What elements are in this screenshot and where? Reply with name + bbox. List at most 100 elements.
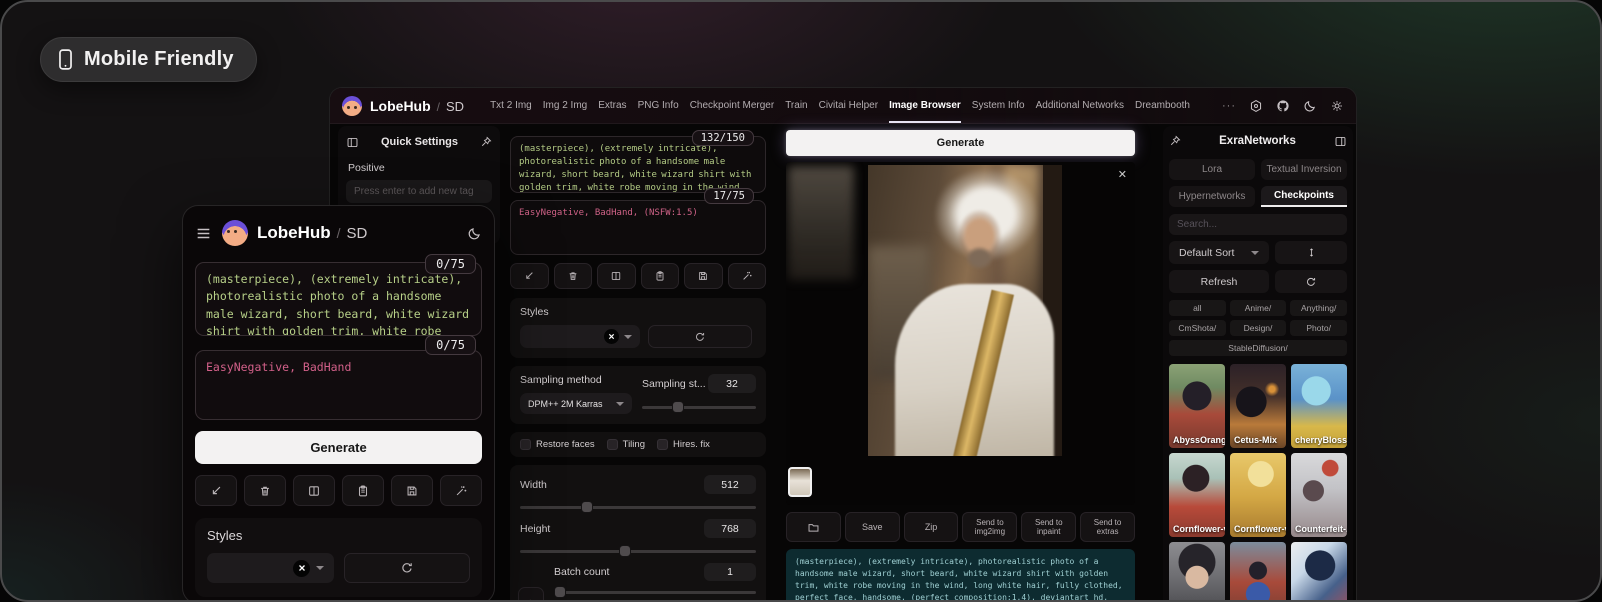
panel-collapse-icon[interactable]: [1334, 135, 1347, 148]
save-button[interactable]: [684, 263, 723, 289]
chip-design[interactable]: Design/: [1230, 320, 1287, 336]
open-folder-button[interactable]: [786, 512, 841, 542]
model-card[interactable]: cherryBlosso...: [1291, 364, 1347, 448]
send-to-extras-button[interactable]: Send to extras: [1080, 512, 1135, 542]
clipboard-button[interactable]: [641, 263, 680, 289]
panel-collapse-icon[interactable]: [346, 136, 359, 149]
model-card[interactable]: Cornflower-v8: [1230, 453, 1286, 537]
restore-faces-checkbox[interactable]: Restore faces: [520, 439, 595, 450]
moon-icon[interactable]: [467, 226, 482, 241]
chip-anime[interactable]: Anime/: [1230, 300, 1287, 316]
tab-checkpoint-merger[interactable]: Checkpoint Merger: [690, 88, 774, 123]
trash-button[interactable]: [554, 263, 593, 289]
close-icon[interactable]: ✕: [1118, 168, 1127, 181]
tab-civitai-helper[interactable]: Civitai Helper: [819, 88, 878, 123]
corner-down-left-button[interactable]: [510, 263, 549, 289]
model-card[interactable]: Counterfeit-...: [1291, 453, 1347, 537]
trash-button[interactable]: [244, 475, 286, 506]
panels-button[interactable]: [293, 475, 335, 506]
styles-refresh-button[interactable]: [344, 553, 470, 583]
model-card[interactable]: [1230, 542, 1286, 602]
pin-icon[interactable]: [1169, 135, 1181, 147]
model-card[interactable]: Cornflower-v7: [1169, 453, 1225, 537]
refresh-icon-button[interactable]: [1275, 270, 1347, 293]
styles-refresh-button[interactable]: [648, 325, 752, 348]
batch-count-slider[interactable]: [554, 591, 756, 594]
tab-dreambooth[interactable]: Dreambooth: [1135, 88, 1190, 123]
tab-hypernetworks[interactable]: Hypernetworks: [1169, 186, 1255, 207]
generation-info-text[interactable]: (masterpiece), (extremely intricate), ph…: [786, 549, 1135, 602]
hamburger-menu-icon[interactable]: [195, 225, 212, 242]
chip-cmshota[interactable]: CmShota/: [1169, 320, 1226, 336]
hexagon-badge-icon[interactable]: [1249, 99, 1263, 113]
panels-button[interactable]: [597, 263, 636, 289]
height-value[interactable]: 768: [704, 519, 756, 538]
tab-train[interactable]: Train: [785, 88, 807, 123]
clear-selection-icon[interactable]: [604, 329, 619, 344]
tab-additional-networks[interactable]: Additional Networks: [1036, 88, 1124, 123]
tiling-checkbox[interactable]: Tiling: [607, 439, 645, 450]
magic-wand-button[interactable]: [440, 475, 482, 506]
slider-handle[interactable]: [672, 401, 684, 413]
width-value[interactable]: 512: [704, 475, 756, 494]
tag-input[interactable]: [346, 180, 492, 203]
batch-count-value[interactable]: 1: [704, 563, 756, 581]
chip-stablediffusion[interactable]: StableDiffusion/: [1169, 340, 1347, 356]
tab-lora[interactable]: Lora: [1169, 159, 1255, 180]
tab-image-browser[interactable]: Image Browser: [889, 88, 961, 123]
generate-button[interactable]: Generate: [786, 130, 1135, 156]
chip-photo[interactable]: Photo/: [1290, 320, 1347, 336]
selected-thumbnail[interactable]: [788, 467, 812, 497]
gear-icon[interactable]: [1330, 99, 1344, 113]
height-slider[interactable]: [520, 550, 756, 553]
tab-textual-inversion[interactable]: Textual Inversion: [1261, 159, 1347, 180]
styles-select[interactable]: [207, 553, 334, 583]
clear-selection-icon[interactable]: [293, 560, 310, 577]
sampling-steps-slider[interactable]: [642, 406, 756, 409]
generated-image[interactable]: [868, 165, 1062, 456]
zip-button[interactable]: Zip: [904, 512, 959, 542]
pin-icon[interactable]: [480, 136, 492, 148]
negative-prompt-box[interactable]: EasyNegative, BadHand, (NSFW:1.5): [510, 200, 766, 255]
negative-prompt-box[interactable]: EasyNegative, BadHand: [195, 350, 482, 420]
search-input[interactable]: [1169, 214, 1347, 235]
github-icon[interactable]: [1276, 99, 1290, 113]
model-card[interactable]: [1169, 542, 1225, 602]
magic-wand-button[interactable]: [728, 263, 767, 289]
save-button[interactable]: [391, 475, 433, 506]
refresh-button[interactable]: Refresh: [1169, 270, 1269, 293]
more-menu-button[interactable]: ···: [1222, 100, 1236, 112]
tab-system-info[interactable]: System Info: [972, 88, 1025, 123]
save-image-button[interactable]: Save: [845, 512, 900, 542]
gallery-image-blurred[interactable]: [788, 166, 854, 280]
model-card[interactable]: AbyssOrange...: [1169, 364, 1225, 448]
checkbox-icon[interactable]: [607, 439, 618, 450]
checkbox-icon[interactable]: [520, 439, 531, 450]
slider-handle[interactable]: [619, 545, 631, 557]
send-to-inpaint-button[interactable]: Send to inpaint: [1021, 512, 1076, 542]
clipboard-button[interactable]: [342, 475, 384, 506]
tab-img2img[interactable]: Img 2 Img: [543, 88, 587, 123]
sampler-select[interactable]: DPM++ 2M Karras: [520, 393, 632, 414]
swap-dimensions-button[interactable]: [518, 587, 544, 602]
corner-down-left-button[interactable]: [195, 475, 237, 506]
model-card[interactable]: Cetus-Mix: [1230, 364, 1286, 448]
model-card[interactable]: [1291, 542, 1347, 602]
hires-fix-checkbox[interactable]: Hires. fix: [657, 439, 710, 450]
moon-icon[interactable]: [1303, 99, 1317, 113]
tab-checkpoints[interactable]: Checkpoints: [1261, 186, 1347, 207]
tab-txt2img[interactable]: Txt 2 Img: [490, 88, 532, 123]
width-slider[interactable]: [520, 506, 756, 509]
styles-select[interactable]: [520, 325, 640, 348]
tab-png-info[interactable]: PNG Info: [638, 88, 679, 123]
slider-handle[interactable]: [554, 586, 566, 598]
checkbox-icon[interactable]: [657, 439, 668, 450]
chip-anything[interactable]: Anything/: [1290, 300, 1347, 316]
sampling-steps-value[interactable]: 32: [708, 374, 756, 393]
chip-all[interactable]: all: [1169, 300, 1226, 316]
sort-select[interactable]: Default Sort: [1169, 241, 1269, 264]
tab-extras[interactable]: Extras: [598, 88, 626, 123]
send-to-img2img-button[interactable]: Send to img2img: [962, 512, 1017, 542]
slider-handle[interactable]: [581, 501, 593, 513]
sort-direction-button[interactable]: [1275, 241, 1347, 264]
